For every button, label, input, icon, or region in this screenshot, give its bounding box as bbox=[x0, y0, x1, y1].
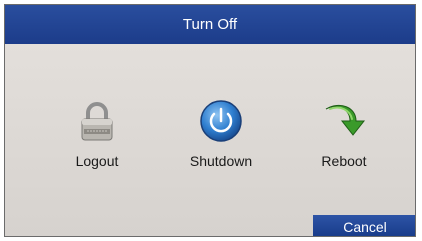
shutdown-label: Shutdown bbox=[189, 153, 253, 169]
padlock-icon bbox=[81, 102, 113, 141]
reboot-option[interactable]: Reboot bbox=[289, 99, 399, 179]
logout-option[interactable]: Logout bbox=[42, 99, 152, 179]
turn-off-dialog: Turn Off Logout Shutdown Reboot Cancel bbox=[4, 4, 416, 237]
power-icon bbox=[200, 100, 242, 142]
cancel-button[interactable]: Cancel bbox=[313, 215, 415, 236]
shutdown-option[interactable]: Shutdown bbox=[166, 99, 276, 179]
reboot-label: Reboot bbox=[321, 153, 367, 169]
green-arrow-icon bbox=[325, 105, 366, 136]
dialog-body: Logout Shutdown Reboot bbox=[5, 44, 415, 236]
dialog-title: Turn Off bbox=[182, 16, 238, 33]
dialog-titlebar: Turn Off bbox=[5, 5, 415, 44]
logout-label: Logout bbox=[75, 153, 119, 169]
